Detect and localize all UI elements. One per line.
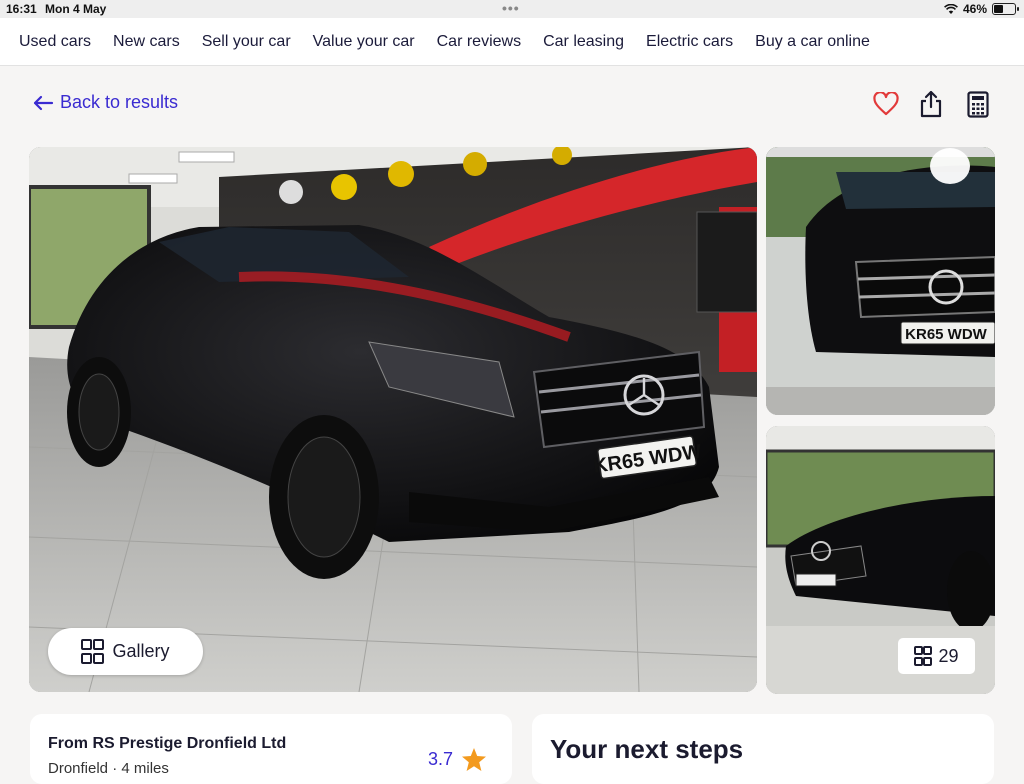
main-car-photo[interactable]: KR65 WDW — [29, 147, 757, 692]
photo-count-button[interactable]: 29 — [898, 638, 975, 674]
nav-car-reviews[interactable]: Car reviews — [437, 33, 521, 51]
thumbnail-overlay-circle — [930, 148, 970, 184]
car-front-illustration: KR65 WDW — [766, 147, 995, 415]
heart-icon — [873, 92, 899, 116]
nav-used-cars[interactable]: Used cars — [19, 33, 91, 51]
nav-new-cars[interactable]: New cars — [113, 33, 180, 51]
star-icon — [462, 748, 487, 771]
arrow-left-icon — [33, 95, 54, 110]
share-icon — [920, 90, 942, 118]
status-time: 16:31 — [6, 2, 37, 16]
gallery-button[interactable]: Gallery — [48, 628, 203, 675]
status-date: Mon 4 May — [45, 2, 107, 16]
back-to-results-link[interactable]: Back to results — [32, 92, 178, 113]
share-button[interactable] — [917, 90, 945, 118]
battery-percent: 46% — [962, 2, 987, 16]
dealer-rating[interactable]: 3.7 — [428, 747, 487, 772]
grid-icon — [81, 639, 105, 664]
status-bar: 16:31 Mon 4 May ••• 46% — [0, 0, 1024, 18]
finance-calculator-button[interactable] — [964, 90, 992, 118]
thumb-plate-text: KR65 WDW — [905, 326, 988, 343]
photo-count: 29 — [938, 645, 959, 666]
nav-value-your-car[interactable]: Value your car — [313, 33, 415, 51]
battery-icon — [992, 3, 1019, 15]
next-steps-title: Your next steps — [550, 734, 744, 764]
grid-icon — [914, 646, 933, 666]
save-favourite-button[interactable] — [872, 90, 900, 118]
wifi-icon — [944, 3, 958, 14]
gallery-button-label: Gallery — [112, 641, 170, 661]
back-to-results-label: Back to results — [60, 92, 179, 112]
dealer-location: Dronfield · 4 miles — [48, 760, 169, 777]
rating-value: 3.7 — [428, 749, 454, 769]
nav-buy-a-car-online[interactable]: Buy a car online — [755, 33, 870, 51]
thumbnail-photo-1[interactable]: KR65 WDW — [766, 147, 995, 415]
calculator-icon — [967, 90, 989, 118]
dealer-card[interactable]: From RS Prestige Dronfield Ltd Dronfield… — [30, 714, 512, 784]
nav-electric-cars[interactable]: Electric cars — [646, 33, 733, 51]
car-photo-illustration: KR65 WDW — [29, 147, 757, 692]
dealer-name: From RS Prestige Dronfield Ltd — [48, 735, 287, 752]
multitask-dots-icon[interactable]: ••• — [502, 0, 520, 16]
nav-sell-your-car[interactable]: Sell your car — [202, 33, 291, 51]
next-steps-card: Your next steps — [532, 714, 994, 784]
top-nav: Used cars New cars Sell your car Value y… — [0, 18, 1024, 66]
nav-car-leasing[interactable]: Car leasing — [543, 33, 624, 51]
